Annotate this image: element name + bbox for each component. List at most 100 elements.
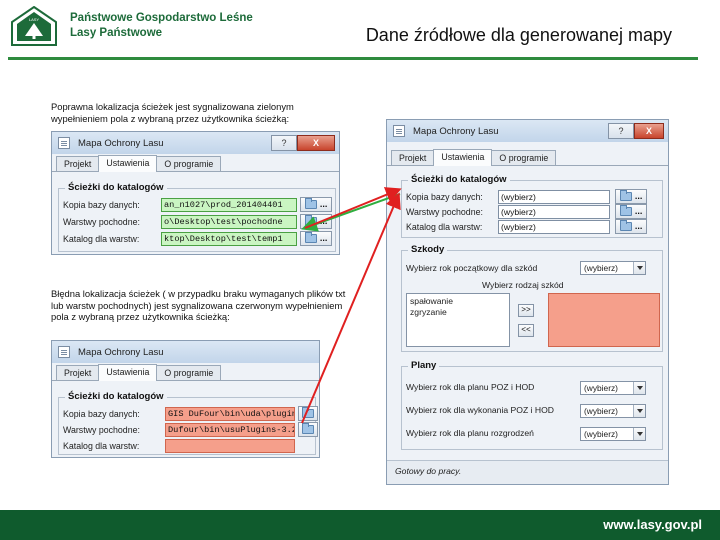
plan-poz-label: Wybierz rok dla planu POZ i HOD bbox=[406, 382, 535, 392]
plan-poz-select[interactable]: (wybierz) bbox=[580, 381, 646, 395]
paths-group: Ścieżki do katalogów Kopia bazy danych: … bbox=[401, 174, 663, 238]
chevron-down-icon bbox=[633, 382, 645, 394]
add-type-button[interactable]: >> bbox=[518, 304, 534, 317]
header-divider bbox=[8, 57, 698, 60]
derived-label: Warstwy pochodne: bbox=[63, 217, 140, 227]
window-valid-example: Mapa Ochrony Lasu ? X Projekt Ustawienia… bbox=[51, 131, 340, 255]
window-title: Mapa Ochrony Lasu bbox=[413, 125, 499, 137]
start-year-label: Wybierz rok początkowy dla szkód bbox=[406, 263, 538, 273]
folder-icon bbox=[304, 215, 317, 226]
start-year-select[interactable]: (wybierz) bbox=[580, 261, 646, 275]
paths-group-title: Ścieżki do katalogów bbox=[65, 391, 167, 402]
close-button[interactable]: X bbox=[297, 135, 335, 151]
catalog-browse-button[interactable]: ... bbox=[300, 231, 332, 246]
titlebar: Mapa Ochrony Lasu ? X bbox=[387, 120, 668, 142]
app-icon bbox=[58, 346, 70, 358]
tab-bar: Projekt Ustawienia O programie bbox=[52, 363, 319, 381]
damage-group: Szkody Wybierz rok początkowy dla szkód … bbox=[401, 244, 663, 352]
tab-o-programie[interactable]: O programie bbox=[156, 156, 222, 171]
window-title: Mapa Ochrony Lasu bbox=[78, 137, 164, 149]
window-main: Mapa Ochrony Lasu ? X Projekt Ustawienia… bbox=[386, 119, 669, 485]
plans-group-title: Plany bbox=[408, 360, 440, 371]
list-item[interactable]: zgryzanie bbox=[410, 307, 506, 318]
tab-projekt[interactable]: Projekt bbox=[56, 156, 100, 171]
titlebar-buttons: ? X bbox=[608, 123, 664, 139]
window-title: Mapa Ochrony Lasu bbox=[78, 346, 164, 358]
selected-types-list[interactable] bbox=[548, 293, 660, 347]
derived-path-field[interactable]: (wybierz) bbox=[498, 205, 610, 219]
app-icon bbox=[58, 137, 70, 149]
catalog-path-field[interactable]: ktop\Desktop\test\temp1 bbox=[161, 232, 297, 246]
svg-text:LASY: LASY bbox=[29, 17, 40, 22]
paths-group: Ścieżki do katalogów Kopia bazy danych: … bbox=[58, 391, 318, 455]
catalog-path-field[interactable] bbox=[165, 439, 295, 453]
fence-plan-select[interactable]: (wybierz) bbox=[580, 427, 646, 441]
page-title: Dane źródłowe dla generowanej mapy bbox=[365, 25, 672, 45]
help-button[interactable]: ? bbox=[608, 123, 634, 139]
caption-invalid-paths: Błędna lokalizacja ścieżek ( w przypadku… bbox=[51, 288, 346, 322]
damage-group-title: Szkody bbox=[408, 244, 448, 255]
derived-browse-button[interactable]: ... bbox=[615, 204, 647, 219]
window-invalid-example: Mapa Ochrony Lasu Projekt Ustawienia O p… bbox=[51, 340, 320, 458]
execution-poz-select[interactable]: (wybierz) bbox=[580, 404, 646, 418]
db-path-field[interactable]: GIS DuFour\bin\uda\plugins bbox=[165, 407, 295, 421]
status-bar: Gotowy do pracy. bbox=[387, 460, 668, 484]
lasy-panstwowe-logo: LASY bbox=[11, 6, 57, 46]
derived-label: Warstwy pochodne: bbox=[406, 207, 483, 217]
titlebar: Mapa Ochrony Lasu bbox=[52, 341, 319, 363]
plans-group: Plany Wybierz rok dla planu POZ i HOD (w… bbox=[401, 360, 663, 450]
help-button[interactable]: ? bbox=[271, 135, 297, 151]
derived-browse-button[interactable]: ... bbox=[300, 214, 332, 229]
derived-browse-button[interactable] bbox=[298, 422, 318, 437]
folder-icon bbox=[302, 423, 314, 434]
db-label: Kopia bazy danych: bbox=[406, 192, 483, 202]
tab-ustawienia[interactable]: Ustawienia bbox=[98, 155, 158, 172]
derived-label: Warstwy pochodne: bbox=[63, 425, 140, 435]
db-browse-button[interactable]: ... bbox=[300, 197, 332, 212]
org-line-1: Państwowe Gospodarstwo Leśne bbox=[70, 12, 253, 24]
catalog-label: Katalog dla warstw: bbox=[406, 222, 483, 232]
execution-poz-label: Wybierz rok dla wykonania POZ i HOD bbox=[406, 405, 554, 415]
db-path-field[interactable]: (wybierz) bbox=[498, 190, 610, 204]
paths-group-title: Ścieżki do katalogów bbox=[408, 174, 510, 185]
catalog-label: Katalog dla warstw: bbox=[63, 441, 140, 451]
close-button[interactable]: X bbox=[634, 123, 664, 139]
footer-url[interactable]: www.lasy.gov.pl bbox=[603, 517, 702, 532]
folder-icon bbox=[619, 190, 632, 201]
tab-bar: Projekt Ustawienia O programie bbox=[52, 154, 339, 172]
footer-bar: www.lasy.gov.pl bbox=[0, 510, 720, 540]
folder-icon bbox=[304, 232, 317, 243]
db-path-field[interactable]: an_n1027\prod_201404401 bbox=[161, 198, 297, 212]
fence-plan-label: Wybierz rok dla planu rozgrodzeń bbox=[406, 428, 534, 438]
derived-path-field[interactable]: o\Desktop\test\pochodne bbox=[161, 215, 297, 229]
catalog-browse-button[interactable]: ... bbox=[615, 219, 647, 234]
catalog-path-field[interactable]: (wybierz) bbox=[498, 220, 610, 234]
tab-o-programie[interactable]: O programie bbox=[156, 365, 222, 380]
caption-valid-paths: Poprawna lokalizacja ścieżek jest sygnal… bbox=[51, 101, 294, 124]
folder-icon bbox=[304, 198, 317, 209]
folder-icon bbox=[619, 220, 632, 231]
db-browse-button[interactable] bbox=[298, 406, 318, 421]
db-label: Kopia bazy danych: bbox=[63, 200, 140, 210]
chevron-down-icon bbox=[633, 428, 645, 440]
folder-icon bbox=[619, 205, 632, 216]
tab-o-programie[interactable]: O programie bbox=[491, 150, 557, 165]
app-icon bbox=[393, 125, 405, 137]
paths-group: Ścieżki do katalogów Kopia bazy danych: … bbox=[58, 182, 336, 252]
db-browse-button[interactable]: ... bbox=[615, 189, 647, 204]
folder-icon bbox=[302, 407, 314, 418]
org-line-2: Lasy Państwowe bbox=[70, 27, 163, 39]
list-item[interactable]: spałowanie bbox=[410, 296, 506, 307]
remove-type-button[interactable]: << bbox=[518, 324, 534, 337]
tab-projekt[interactable]: Projekt bbox=[56, 365, 100, 380]
damage-types-list[interactable]: spałowanie zgryzanie bbox=[406, 293, 510, 347]
tab-projekt[interactable]: Projekt bbox=[391, 150, 435, 165]
organization-name: Państwowe Gospodarstwo Leśne Lasy Państw… bbox=[70, 11, 253, 41]
tab-ustawienia[interactable]: Ustawienia bbox=[433, 149, 493, 166]
derived-path-field[interactable]: Dufour\bin\usuPlugins-3.2.7 bbox=[165, 423, 295, 437]
db-label: Kopia bazy danych: bbox=[63, 409, 140, 419]
chevron-down-icon bbox=[633, 405, 645, 417]
paths-group-title: Ścieżki do katalogów bbox=[65, 182, 167, 193]
titlebar: Mapa Ochrony Lasu ? X bbox=[52, 132, 339, 154]
tab-ustawienia[interactable]: Ustawienia bbox=[98, 364, 158, 381]
